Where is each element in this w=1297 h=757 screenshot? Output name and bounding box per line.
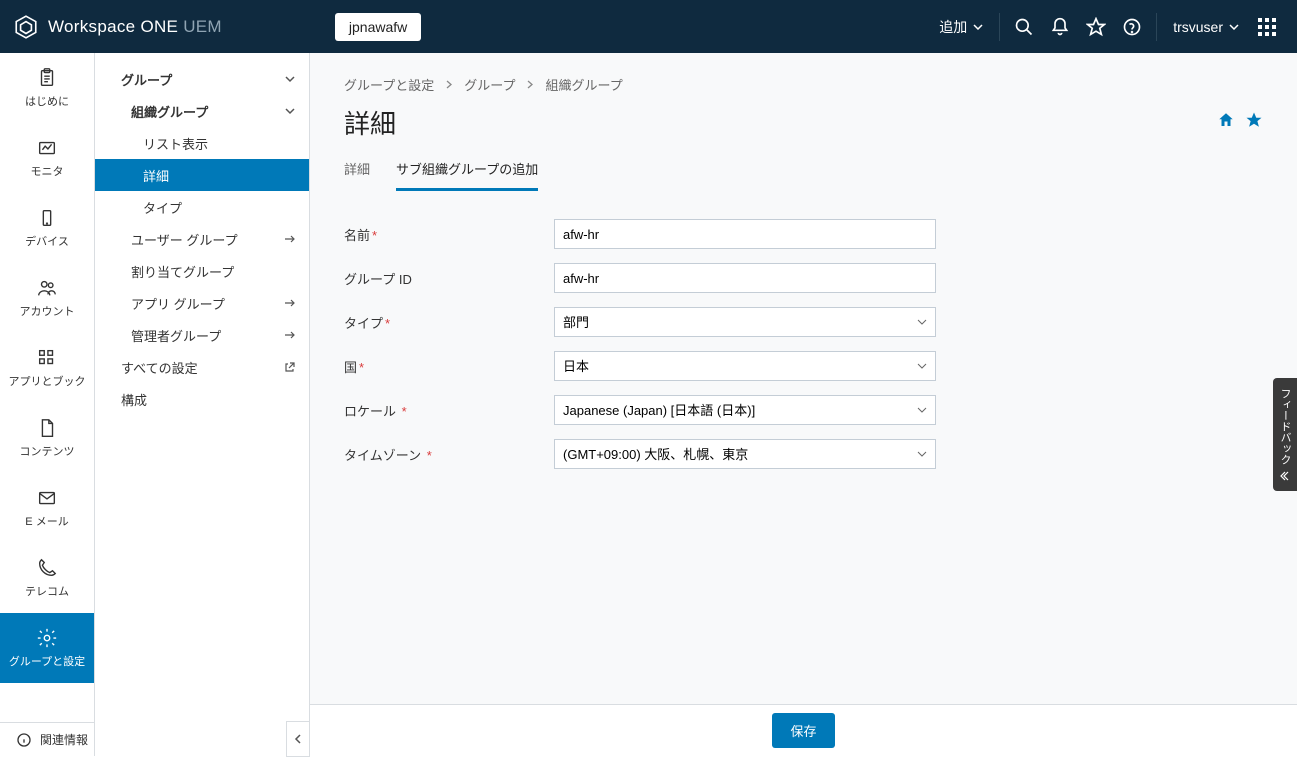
tabs: 詳細 サブ組織グループの追加 — [310, 141, 1297, 191]
page-title: 詳細 — [344, 104, 396, 141]
divider — [999, 13, 1000, 41]
subnav-type[interactable]: タイプ — [95, 191, 309, 223]
secondary-nav: グループ 組織グループ リスト表示 詳細 タイプ ユーザー グループ 割り当てグ… — [95, 53, 310, 756]
group-id-label: グループ ID — [344, 269, 554, 288]
chevron-down-icon — [281, 102, 299, 120]
breadcrumb-link[interactable]: グループ — [464, 75, 515, 94]
home-icon[interactable] — [1217, 111, 1235, 134]
apps-grid-icon[interactable] — [1249, 9, 1285, 45]
star-filled-icon[interactable] — [1245, 111, 1263, 134]
nav-content[interactable]: コンテンツ — [0, 403, 94, 473]
tab-details[interactable]: 詳細 — [344, 159, 370, 191]
hexagon-logo-icon — [12, 13, 40, 41]
user-dropdown[interactable]: trsvuser — [1173, 19, 1239, 35]
collapse-panel-icon[interactable] — [286, 721, 310, 757]
external-link-icon — [281, 358, 299, 376]
nav-email[interactable]: E メール — [0, 473, 94, 543]
search-icon[interactable] — [1006, 9, 1042, 45]
divider — [1156, 13, 1157, 41]
subnav-list-view[interactable]: リスト表示 — [95, 127, 309, 159]
chevron-right-icon — [446, 80, 452, 89]
form: 名前* グループ ID タイプ* 部門 国* 日本 ロケール * Japanes… — [310, 191, 1297, 511]
subnav-assignment-groups[interactable]: 割り当てグループ — [95, 255, 309, 287]
monitor-icon — [36, 137, 58, 159]
nav-monitor[interactable]: モニタ — [0, 123, 94, 193]
info-icon — [16, 732, 32, 748]
arrow-right-icon — [281, 294, 299, 312]
locale-label: ロケール * — [344, 401, 554, 420]
subnav-all-settings[interactable]: すべての設定 — [95, 351, 309, 383]
org-selector[interactable]: jpnawafw — [335, 13, 421, 41]
add-dropdown[interactable]: 追加 — [929, 11, 993, 43]
chevron-down-icon — [1229, 24, 1239, 30]
arrow-right-icon — [281, 230, 299, 248]
product-name: Workspace ONE UEM — [48, 17, 222, 37]
type-select[interactable]: 部門 — [554, 307, 936, 337]
clipboard-icon — [36, 67, 58, 89]
accounts-icon — [36, 277, 58, 299]
bell-icon[interactable] — [1042, 9, 1078, 45]
group-id-input[interactable] — [554, 263, 936, 293]
gear-icon — [36, 627, 58, 649]
top-header: Workspace ONE UEM jpnawafw 追加 trsvuser — [0, 0, 1297, 53]
nav-devices[interactable]: デバイス — [0, 193, 94, 263]
footer-bar: 保存 — [310, 704, 1297, 756]
chevron-down-icon — [973, 24, 983, 30]
phone-icon — [36, 557, 58, 579]
subnav-app-groups[interactable]: アプリ グループ — [95, 287, 309, 319]
main-content: グループと設定 グループ 組織グループ 詳細 詳細 サブ組織グループの追加 名前… — [310, 53, 1297, 756]
subnav-admin-groups[interactable]: 管理者グループ — [95, 319, 309, 351]
subnav-config[interactable]: 構成 — [95, 383, 309, 415]
arrow-right-icon — [281, 326, 299, 344]
timezone-select[interactable]: (GMT+09:00) 大阪、札幌、東京 — [554, 439, 936, 469]
document-icon — [36, 417, 58, 439]
breadcrumb: グループと設定 グループ 組織グループ — [310, 53, 1297, 94]
nav-getting-started[interactable]: はじめに — [0, 53, 94, 123]
breadcrumb-link[interactable]: グループと設定 — [344, 75, 434, 94]
breadcrumb-current: 組織グループ — [545, 75, 622, 94]
subnav-details[interactable]: 詳細 — [95, 159, 309, 191]
locale-select[interactable]: Japanese (Japan) [日本語 (日本)] — [554, 395, 936, 425]
primary-nav: はじめに モニタ デバイス アカウント アプリとブック コンテンツ E メール — [0, 53, 95, 756]
name-label: 名前* — [344, 225, 554, 244]
nav-accounts[interactable]: アカウント — [0, 263, 94, 333]
help-icon[interactable] — [1114, 9, 1150, 45]
product-logo: Workspace ONE UEM — [12, 13, 222, 41]
feedback-tab[interactable]: フィードバック — [1273, 378, 1297, 491]
type-label: タイプ* — [344, 313, 554, 332]
subnav-org-groups[interactable]: 組織グループ — [95, 95, 309, 127]
nav-apps-books[interactable]: アプリとブック — [0, 333, 94, 403]
tab-add-child-og[interactable]: サブ組織グループの追加 — [396, 159, 538, 191]
country-select[interactable]: 日本 — [554, 351, 936, 381]
star-icon[interactable] — [1078, 9, 1114, 45]
chevron-right-icon — [527, 80, 533, 89]
save-button[interactable]: 保存 — [772, 713, 834, 748]
subnav-groups[interactable]: グループ — [95, 63, 309, 95]
chevron-down-icon — [281, 70, 299, 88]
country-label: 国* — [344, 357, 554, 376]
nav-telecom[interactable]: テレコム — [0, 543, 94, 613]
name-input[interactable] — [554, 219, 936, 249]
device-icon — [36, 207, 58, 229]
nav-groups-settings[interactable]: グループと設定 — [0, 613, 94, 683]
chevron-left-double-icon — [1280, 471, 1290, 481]
subnav-user-groups[interactable]: ユーザー グループ — [95, 223, 309, 255]
apps-books-icon — [36, 347, 58, 369]
nav-about[interactable]: 関連情報 — [0, 722, 94, 756]
timezone-label: タイムゾーン * — [344, 445, 554, 464]
email-icon — [36, 487, 58, 509]
